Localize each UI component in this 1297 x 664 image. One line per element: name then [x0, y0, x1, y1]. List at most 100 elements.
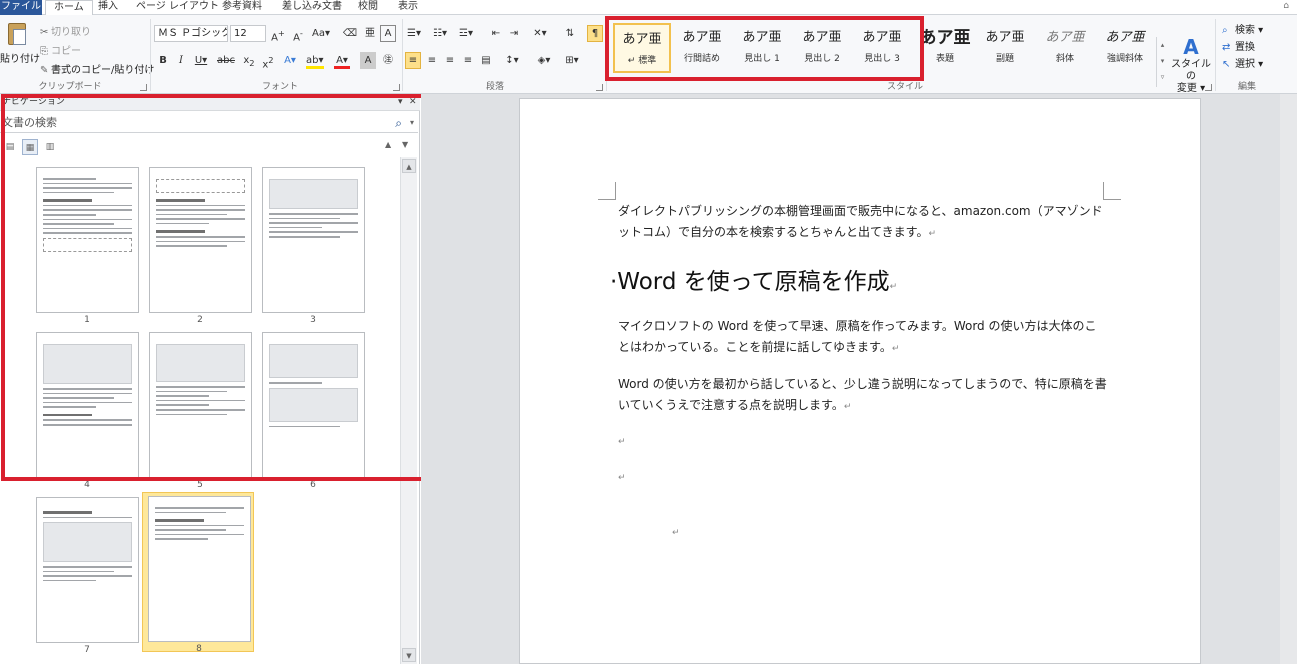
navigation-pane: ナビゲーション ▾ ✕ 文書の検索 ⌕ ▾ ▤ ▦ ▥ ▲ ▼ 1 2 3 4 … — [0, 94, 430, 664]
page-thumbnail-current[interactable]: 8 — [142, 492, 254, 654]
page-thumbnail[interactable]: 7 — [31, 494, 143, 655]
decrease-indent-icon[interactable]: ⇤ — [488, 25, 504, 42]
body-paragraph[interactable]: ダイレクトパブリッシングの本棚管理画面で販売中になると、amazon.com（ア… — [618, 201, 1108, 245]
numbering-icon[interactable]: ☷▾ — [432, 25, 448, 42]
bullets-icon[interactable]: ☰▾ — [406, 25, 422, 42]
tab-file[interactable]: ファイル — [0, 0, 42, 15]
tab-home[interactable]: ホーム — [45, 0, 93, 16]
results-view-tab[interactable]: ▥ — [42, 139, 58, 155]
page-thumbnail[interactable]: 5 — [144, 329, 256, 490]
distribute-icon[interactable]: ▤ — [478, 52, 494, 69]
increase-indent-icon[interactable]: ⇥ — [506, 25, 522, 42]
document-scrollbar[interactable] — [1280, 94, 1297, 664]
strikethrough-icon[interactable]: abc — [217, 52, 235, 69]
scroll-down-icon[interactable]: ▼ — [402, 648, 416, 662]
tab-mailings[interactable]: 差し込み文書 — [274, 0, 350, 15]
page-thumbnail[interactable]: 4 — [31, 329, 143, 490]
underline-icon[interactable]: U▾ — [193, 52, 209, 69]
page-thumbnail[interactable]: 3 — [257, 164, 369, 325]
search-icon[interactable]: ⌕ — [395, 113, 402, 133]
minimize-ribbon-icon[interactable]: ⌂ — [1283, 1, 1289, 11]
heading-text[interactable]: ·Word を使って原稿を作成↵ — [610, 262, 897, 296]
subscript-icon[interactable]: x2 — [241, 52, 257, 69]
style-name: 見出し 3 — [864, 54, 900, 64]
align-left-icon[interactable]: ≡ — [405, 52, 421, 69]
multilevel-list-icon[interactable]: ☲▾ — [458, 25, 474, 42]
shading-icon[interactable]: ◈▾ — [536, 52, 552, 69]
page-thumbnails: 1 2 3 4 5 6 7 8 — [0, 157, 400, 664]
justify-icon[interactable]: ≡ — [460, 52, 476, 69]
style-heading-2[interactable]: あア亜 見出し 2 — [793, 23, 851, 73]
navigation-search-input[interactable]: 文書の検索 ⌕ ▾ — [0, 113, 418, 133]
close-icon[interactable]: ✕ — [409, 94, 417, 111]
select-button[interactable]: ↖ 選択 ▾ — [1222, 55, 1263, 70]
char-border-icon[interactable]: A — [380, 25, 396, 42]
clipboard-launcher-icon[interactable] — [140, 84, 147, 91]
paragraph-launcher-icon[interactable] — [596, 84, 603, 91]
scroll-up-icon[interactable]: ▲ — [402, 159, 416, 173]
page-thumbnail[interactable]: 1 — [31, 164, 143, 325]
style-normal[interactable]: あア亜 ↵ 標準 — [613, 23, 671, 73]
page-thumbnail[interactable]: 2 — [144, 164, 256, 325]
font-name-field[interactable]: ＭＳ Ｐゴシック — [154, 25, 228, 42]
style-subtitle[interactable]: あア亜 副題 — [976, 23, 1034, 73]
clipboard-group-label: クリップボード — [38, 82, 102, 92]
style-heading-1[interactable]: あア亜 見出し 1 — [733, 23, 791, 73]
italic-icon[interactable]: I — [173, 52, 189, 69]
style-intense-emphasis[interactable]: あア亜 強調斜体 — [1096, 23, 1154, 73]
style-name: 強調斜体 — [1106, 54, 1143, 64]
navigation-scrollbar[interactable]: ▲ ▼ — [400, 157, 417, 664]
show-marks-icon[interactable]: ¶ — [587, 25, 603, 42]
grow-font-icon[interactable]: A+ — [270, 25, 286, 43]
char-shading-icon[interactable]: A — [360, 52, 376, 69]
style-no-spacing[interactable]: あア亜 行間詰め — [673, 23, 731, 73]
highlight-icon[interactable]: ab▾ — [306, 52, 324, 69]
cut-button[interactable]: ✂ 切り取り — [40, 23, 91, 38]
paste-label[interactable]: 貼り付け — [0, 50, 40, 65]
headings-view-tab[interactable]: ▤ — [2, 139, 18, 155]
tab-view[interactable]: 表示 — [390, 0, 426, 15]
find-button[interactable]: ⌕ 検索 ▾ — [1222, 21, 1263, 36]
body-paragraph[interactable]: Word の使い方を最初から話していると、少し違う説明になってしまうので、特に原… — [618, 374, 1108, 418]
align-center-icon[interactable]: ≡ — [424, 52, 440, 69]
paste-button[interactable] — [6, 19, 28, 49]
replace-button[interactable]: ⇄ 置換 — [1222, 38, 1255, 53]
sort-icon[interactable]: ⇅ — [562, 25, 578, 42]
enclosed-char-icon[interactable]: ㊟ — [380, 52, 396, 69]
line-spacing-icon[interactable]: ↕▾ — [504, 52, 520, 69]
pages-view-tab[interactable]: ▦ — [22, 139, 38, 155]
shrink-font-icon[interactable]: A- — [290, 25, 306, 43]
bold-icon[interactable]: B — [155, 52, 171, 69]
font-color-icon[interactable]: A▾ — [334, 52, 350, 69]
format-painter-button[interactable]: ✎ 書式のコピー/貼り付け — [40, 61, 154, 76]
search-options-icon[interactable]: ▾ — [410, 113, 414, 133]
align-right-icon[interactable]: ≡ — [442, 52, 458, 69]
document-page[interactable]: ダイレクトパブリッシングの本棚管理画面で販売中になると、amazon.com（ア… — [519, 98, 1201, 664]
paragraph-mark: ↵ — [618, 473, 626, 483]
change-case-icon[interactable]: Aa▾ — [312, 25, 330, 42]
change-styles-button[interactable]: A スタイルの 変更 ▾ — [1170, 35, 1212, 95]
style-emphasis[interactable]: あア亜 斜体 — [1036, 23, 1094, 73]
tab-insert[interactable]: 挿入 — [90, 0, 126, 15]
style-title[interactable]: あア亜 表題 — [916, 23, 974, 73]
clear-format-icon[interactable]: ⌫ — [342, 25, 358, 42]
font-size-field[interactable]: 12 — [230, 25, 266, 42]
superscript-icon[interactable]: x2 — [260, 52, 276, 70]
pane-menu-icon[interactable]: ▾ — [398, 94, 403, 111]
phonetic-guide-icon[interactable]: 亜 — [362, 25, 378, 42]
asian-layout-icon[interactable]: ✕▾ — [532, 25, 548, 42]
style-heading-3[interactable]: あア亜 見出し 3 — [853, 23, 911, 73]
tab-review[interactable]: 校閲 — [350, 0, 386, 15]
body-paragraph[interactable]: マイクロソフトの Word を使って早速、原稿を作ってみます。Word の使い方… — [618, 316, 1108, 360]
font-launcher-icon[interactable] — [393, 84, 400, 91]
copy-button[interactable]: ⎘ コピー — [40, 42, 81, 57]
tab-page-layout[interactable]: ページ レイアウト — [128, 0, 227, 15]
tab-references[interactable]: 参考資料 — [214, 0, 270, 15]
page-preview — [36, 332, 139, 478]
previous-arrow-icon[interactable]: ▲ — [385, 140, 391, 149]
borders-icon[interactable]: ⊞▾ — [564, 52, 580, 69]
next-arrow-icon[interactable]: ▼ — [402, 140, 408, 149]
styles-gallery-scroll[interactable]: ▴ ▾ ▿ — [1156, 37, 1168, 87]
text-effects-icon[interactable]: A▾ — [282, 52, 298, 69]
page-thumbnail[interactable]: 6 — [257, 329, 369, 490]
